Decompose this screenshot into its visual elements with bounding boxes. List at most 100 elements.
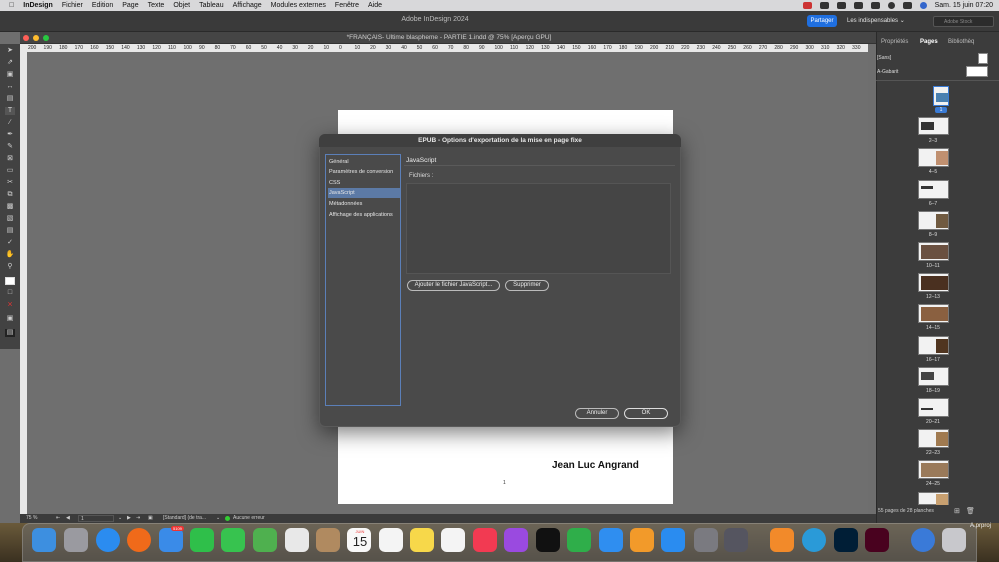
master-none-thumbnail[interactable] [978, 53, 988, 64]
photos-icon[interactable] [285, 528, 309, 552]
freeform-icon[interactable] [441, 528, 465, 552]
spread-thumbnail-16-17[interactable] [918, 336, 949, 355]
indesign-icon[interactable] [865, 528, 889, 552]
scissors-tool-icon[interactable]: ✂ [5, 179, 15, 187]
free-transform-tool-icon[interactable]: ⧉ [5, 191, 15, 199]
category-general[interactable]: Général [328, 157, 400, 167]
menu-texte[interactable]: Texte [148, 2, 165, 9]
globe-icon[interactable] [911, 528, 935, 552]
siri-icon[interactable] [920, 2, 927, 9]
selection-tool-icon[interactable]: ➤ [5, 47, 15, 55]
lock-icon[interactable] [871, 2, 880, 9]
screen-mode-icon[interactable]: ▤ [5, 329, 15, 337]
menu-objet[interactable]: Objet [173, 2, 190, 9]
control-center-icon[interactable] [903, 2, 912, 9]
migration-icon[interactable] [724, 528, 748, 552]
spread-thumbnail-6-7[interactable] [918, 180, 949, 199]
creative-cloud-icon[interactable] [803, 2, 812, 9]
last-page-icon[interactable]: ⇥ [136, 515, 140, 521]
spread-thumbnail-4-5[interactable] [918, 148, 949, 167]
gradient-tool-icon[interactable]: ▩ [5, 203, 15, 211]
notes-icon[interactable] [410, 528, 434, 552]
ok-button[interactable]: OK [624, 408, 668, 419]
rectangle-tool-icon[interactable]: ▭ [5, 167, 15, 175]
spread-label-14-15[interactable]: 14–15 [918, 325, 948, 331]
spotlight-search-icon[interactable] [888, 2, 895, 9]
tab-bibliotheque[interactable]: Bibliothèq [948, 39, 974, 45]
spread-thumbnail-18-19[interactable] [918, 367, 949, 386]
new-page-icon[interactable]: ⊞ [954, 507, 960, 515]
javascript-files-list[interactable] [406, 183, 671, 274]
finder-icon[interactable] [32, 528, 56, 552]
zoom-field[interactable]: 75 % [26, 515, 37, 521]
spread-thumbnail-14-15[interactable] [918, 304, 949, 323]
menu-tableau[interactable]: Tableau [199, 2, 224, 9]
photoshop-icon[interactable] [834, 528, 858, 552]
open-page-icon[interactable]: ▣ [148, 515, 153, 521]
settings-icon[interactable] [694, 528, 718, 552]
spread-label-8-9[interactable]: 8–9 [918, 232, 948, 238]
zoom-tool-icon[interactable]: ⚲ [5, 263, 15, 271]
page-label-1[interactable]: 1 [935, 107, 947, 113]
desktop-file-label[interactable]: A.prproj [970, 523, 991, 529]
type-tool-icon[interactable]: T [5, 107, 15, 115]
messages-icon[interactable] [221, 528, 245, 552]
klokki-icon[interactable] [802, 528, 826, 552]
spread-label-18-19[interactable]: 18–19 [918, 388, 948, 394]
previous-page-icon[interactable]: ◀ [66, 515, 70, 521]
spread-label-20-21[interactable]: 20–21 [918, 419, 948, 425]
apply-none-icon[interactable]: ⨯ [5, 301, 15, 309]
page-number-field[interactable]: 1 [78, 515, 114, 522]
category-metadata[interactable]: Métadonnées [328, 199, 400, 209]
trash-icon[interactable] [942, 528, 966, 552]
rectangle-frame-tool-icon[interactable]: ⊠ [5, 155, 15, 163]
spread-label-6-7[interactable]: 6–7 [918, 201, 948, 207]
master-a-thumbnail[interactable] [966, 66, 988, 77]
spread-label-24-25[interactable]: 24–25 [918, 481, 948, 487]
pages-icon[interactable] [630, 528, 654, 552]
spread-thumbnail-2-3[interactable] [918, 117, 949, 135]
spread-thumbnail-8-9[interactable] [918, 211, 949, 230]
display-icon[interactable] [820, 2, 829, 9]
formatting-container-icon[interactable]: □ [5, 289, 15, 297]
direct-selection-tool-icon[interactable]: ⇗ [5, 59, 15, 67]
music-icon[interactable] [473, 528, 497, 552]
menubar-clock[interactable]: Sam. 15 juin 07:20 [935, 2, 993, 9]
apple-icon[interactable]:  [9, 2, 14, 9]
spread-thumbnail-12-13[interactable] [918, 273, 949, 292]
menu-fenetre[interactable]: Fenêtre [335, 2, 359, 9]
spread-label-2-3[interactable]: 2–3 [918, 138, 948, 144]
facetime-icon[interactable] [190, 528, 214, 552]
numbers-icon[interactable] [567, 528, 591, 552]
maps-icon[interactable] [253, 528, 277, 552]
category-javascript[interactable]: JavaScript [328, 188, 400, 198]
pencil-tool-icon[interactable]: ✎ [5, 143, 15, 151]
spread-label-4-5[interactable]: 4–5 [918, 169, 948, 175]
spread-thumbnail-10-11[interactable] [918, 242, 949, 261]
appletv-icon[interactable] [536, 528, 560, 552]
master-a-gabarit[interactable]: A-Gabarit [877, 69, 898, 75]
podcasts-icon[interactable] [504, 528, 528, 552]
menu-edition[interactable]: Edition [92, 2, 113, 9]
eyedropper-tool-icon[interactable]: ✓ [5, 239, 15, 247]
cancel-button[interactable]: Annuler [575, 408, 619, 419]
preflight-profile[interactable]: [Standard] (de tra... [163, 515, 206, 521]
spread-label-16-17[interactable]: 16–17 [918, 357, 948, 363]
menu-modules-externes[interactable]: Modules externes [271, 2, 326, 9]
keynote-icon[interactable] [599, 528, 623, 552]
menu-affichage[interactable]: Affichage [233, 2, 262, 9]
remove-file-button[interactable]: Supprimer [505, 280, 549, 291]
content-collector-icon[interactable]: ▤ [5, 95, 15, 103]
category-viewing-apps[interactable]: Affichage des applications [328, 210, 400, 220]
spread-label-12-13[interactable]: 12–13 [918, 294, 948, 300]
author-name-text[interactable]: Jean Luc Angrand [552, 460, 639, 471]
hand-tool-icon[interactable]: ✋ [5, 251, 15, 259]
delete-page-icon[interactable]: 🗑 [966, 507, 975, 515]
preflight-errors[interactable]: Aucune erreur [233, 515, 265, 521]
document-tab-title[interactable]: *FRANÇAIS- Ultime blaspheme - PARTIE 1.i… [20, 34, 878, 41]
fill-stroke-swatch-icon[interactable] [5, 277, 15, 285]
tab-pages[interactable]: Pages [920, 39, 938, 45]
gap-tool-icon[interactable]: ↔ [5, 83, 15, 91]
first-page-icon[interactable]: ⇤ [56, 515, 60, 521]
menu-aide[interactable]: Aide [368, 2, 382, 9]
